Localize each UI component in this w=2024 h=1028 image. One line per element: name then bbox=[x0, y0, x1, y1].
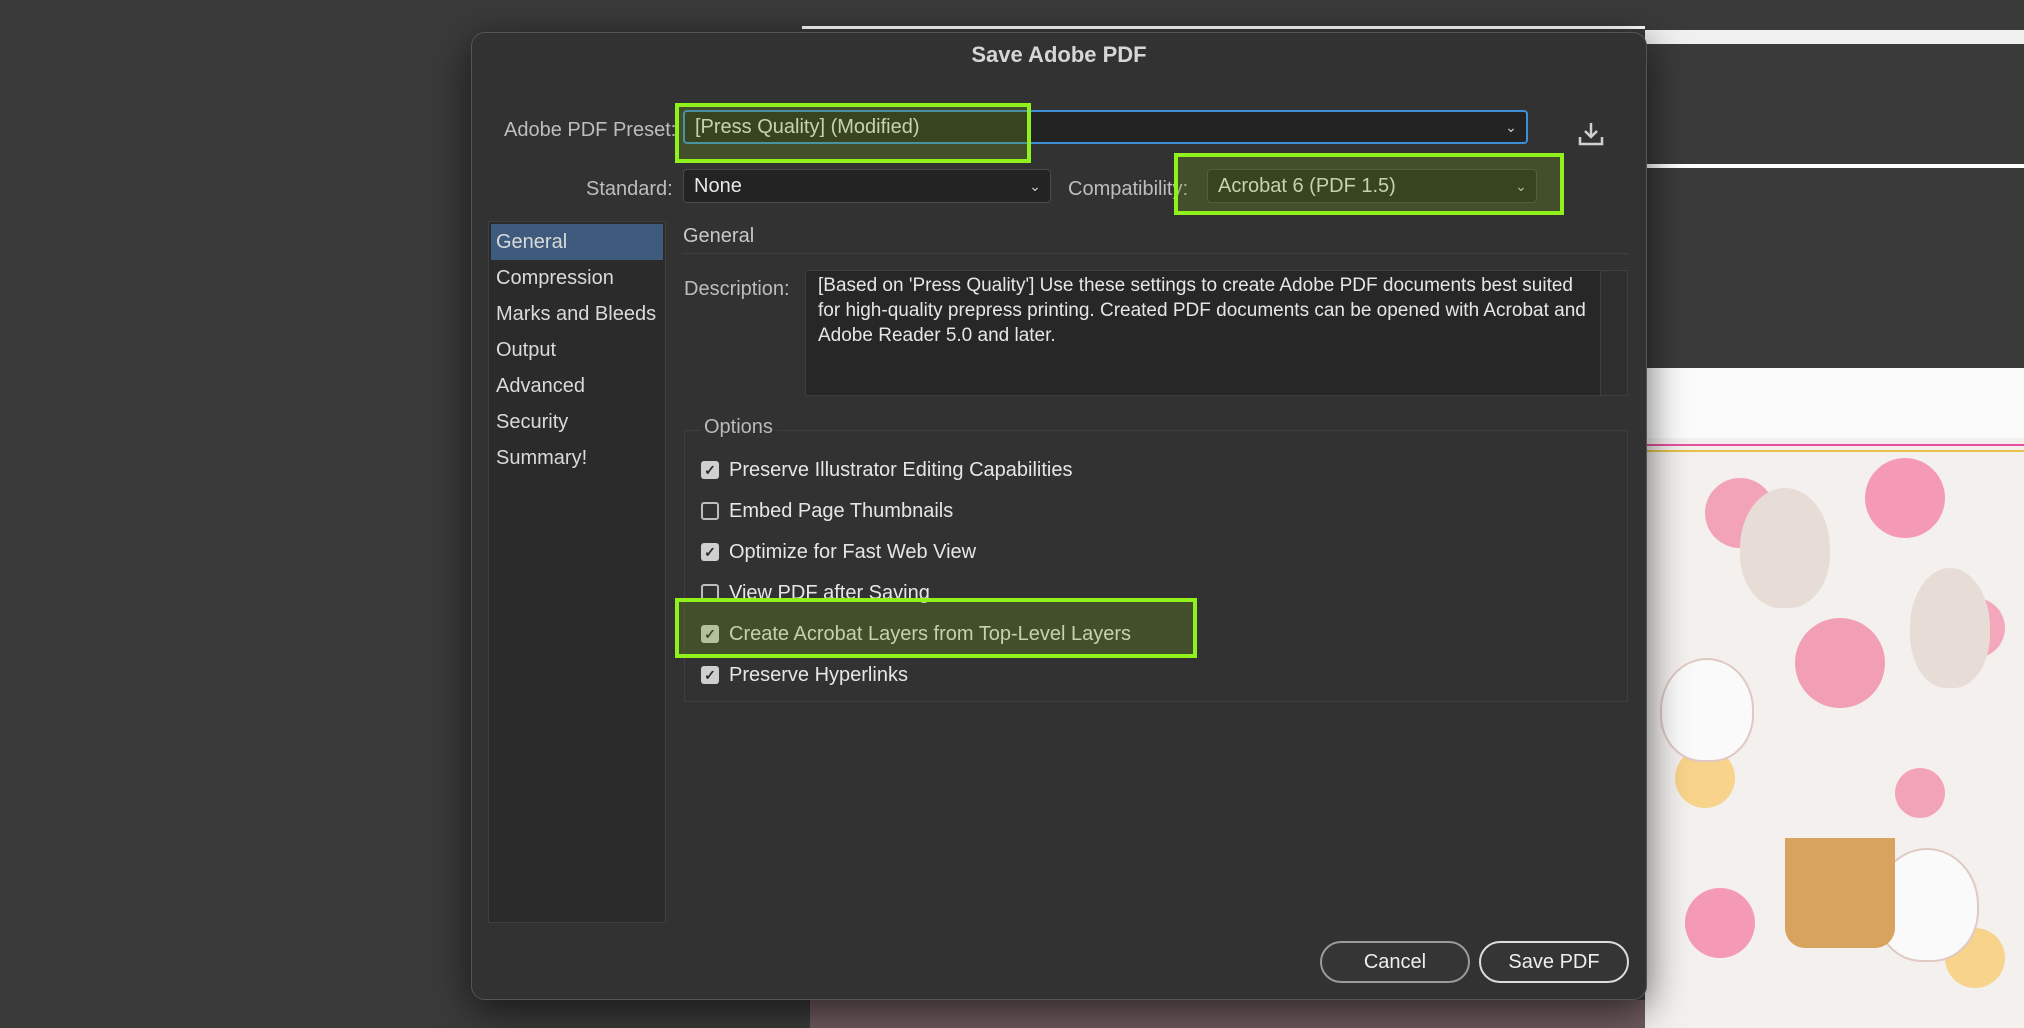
option-label: Optimize for Fast Web View bbox=[729, 540, 977, 563]
option-label: Preserve Hyperlinks bbox=[729, 663, 908, 686]
option-embed-thumbnails[interactable]: Embed Page Thumbnails bbox=[701, 496, 953, 526]
divider bbox=[682, 253, 1628, 254]
preset-value: [Press Quality] (Modified) bbox=[695, 115, 920, 138]
sidebar-item-general[interactable]: General bbox=[491, 224, 663, 260]
description-body: [Based on 'Press Quality'] Use these set… bbox=[818, 275, 1586, 346]
sidebar-item-security[interactable]: Security bbox=[489, 404, 665, 440]
option-label: Preserve Illustrator Editing Capabilitie… bbox=[729, 458, 1073, 481]
sidebar-item-advanced[interactable]: Advanced bbox=[489, 368, 665, 404]
dialog-title: Save Adobe PDF bbox=[971, 42, 1147, 67]
option-fast-web-view[interactable]: ✓ Optimize for Fast Web View bbox=[701, 537, 976, 567]
option-view-after-saving[interactable]: View PDF after Saving bbox=[701, 578, 930, 608]
standard-label: Standard: bbox=[586, 178, 673, 200]
option-preserve-hyperlinks[interactable]: ✓ Preserve Hyperlinks bbox=[701, 660, 908, 690]
checkbox-checked[interactable]: ✓ bbox=[701, 666, 719, 684]
sidebar-item-output[interactable]: Output bbox=[489, 332, 665, 368]
section-title: General bbox=[683, 225, 755, 247]
save-pdf-button[interactable]: Save PDF bbox=[1479, 941, 1629, 983]
preset-label: Adobe PDF Preset: bbox=[504, 119, 677, 141]
chevron-down-icon: ⌄ bbox=[1029, 177, 1041, 194]
sidebar-item-summary[interactable]: Summary! bbox=[489, 440, 665, 476]
options-title: Options bbox=[700, 416, 777, 439]
artboard-edge bbox=[1645, 164, 2024, 168]
chevron-down-icon: ⌄ bbox=[1515, 177, 1527, 194]
save-pdf-dialog: Save Adobe PDF Adobe PDF Preset: [Press … bbox=[471, 32, 1647, 1000]
option-label: View PDF after Saving bbox=[729, 581, 930, 604]
description-label: Description: bbox=[684, 278, 790, 300]
checkbox-unchecked[interactable] bbox=[701, 502, 719, 520]
preset-select[interactable]: [Press Quality] (Modified) ⌄ bbox=[683, 110, 1528, 144]
option-label: Embed Page Thumbnails bbox=[729, 499, 954, 522]
standard-value: None bbox=[694, 174, 742, 197]
description-text: [Based on 'Press Quality'] Use these set… bbox=[805, 270, 1628, 396]
checkbox-checked[interactable]: ✓ bbox=[701, 543, 719, 561]
option-preserve-editing[interactable]: ✓ Preserve Illustrator Editing Capabilit… bbox=[701, 455, 1073, 485]
option-label: Create Acrobat Layers from Top-Level Lay… bbox=[729, 622, 1132, 645]
option-acrobat-layers[interactable]: ✓ Create Acrobat Layers from Top-Level L… bbox=[701, 619, 1131, 649]
scrollbar[interactable] bbox=[1600, 271, 1627, 395]
compatibility-value: Acrobat 6 (PDF 1.5) bbox=[1218, 174, 1396, 197]
sidebar-item-marks-and-bleeds[interactable]: Marks and Bleeds bbox=[489, 296, 665, 332]
cancel-button[interactable]: Cancel bbox=[1320, 941, 1470, 983]
standard-select[interactable]: None ⌄ bbox=[683, 169, 1051, 203]
checkbox-unchecked[interactable] bbox=[701, 584, 719, 602]
artwork-canvas bbox=[1645, 368, 2024, 1028]
compatibility-label: Compatibility: bbox=[1068, 178, 1189, 200]
canvas-bottom-strip bbox=[810, 1000, 1645, 1028]
compatibility-select[interactable]: Acrobat 6 (PDF 1.5) ⌄ bbox=[1207, 169, 1537, 203]
download-icon[interactable] bbox=[1576, 119, 1606, 149]
artboard-edge bbox=[1645, 30, 2024, 44]
checkbox-checked[interactable]: ✓ bbox=[701, 625, 719, 643]
sidebar-item-compression[interactable]: Compression bbox=[489, 260, 665, 296]
category-sidebar: General Compression Marks and Bleeds Out… bbox=[488, 221, 666, 923]
artboard-edge bbox=[802, 26, 1645, 29]
chevron-down-icon: ⌄ bbox=[1505, 118, 1517, 135]
checkbox-checked[interactable]: ✓ bbox=[701, 461, 719, 479]
